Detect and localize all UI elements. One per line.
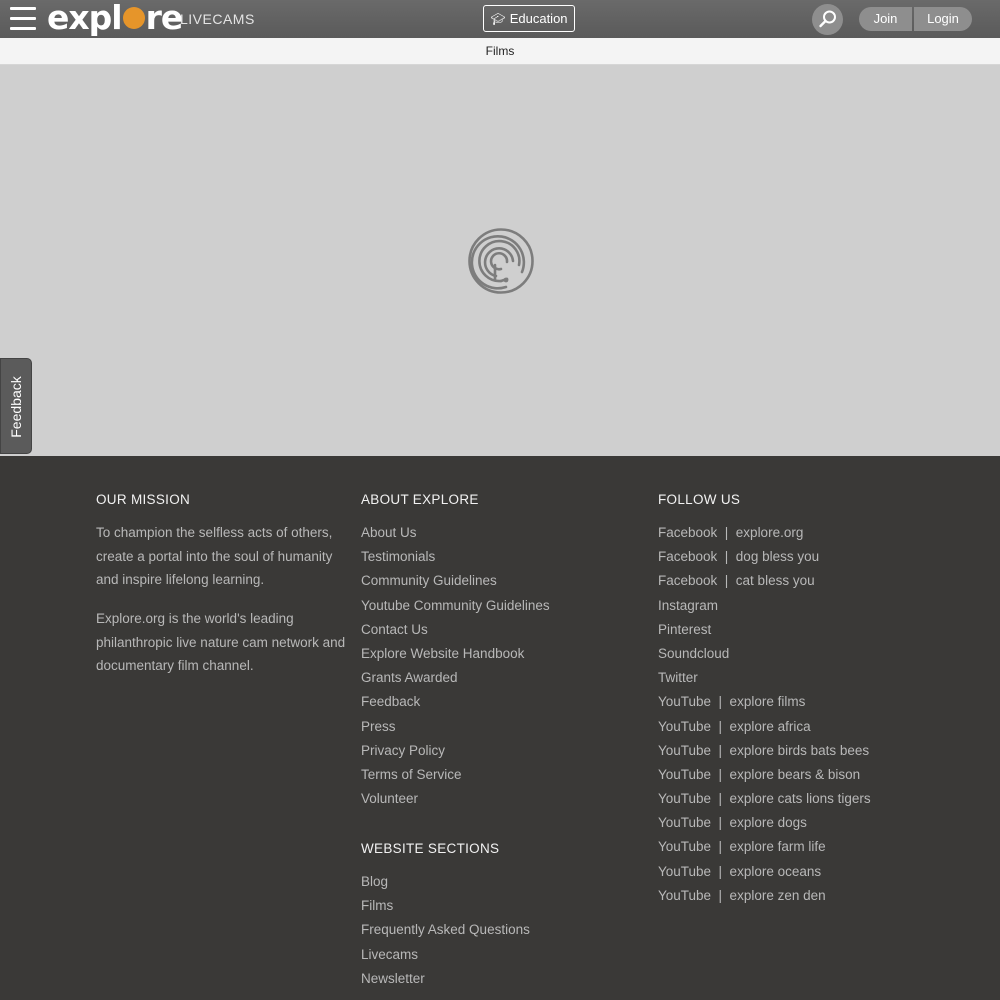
footer-link[interactable]: Films [361, 894, 530, 918]
join-button[interactable]: Join [859, 7, 912, 31]
social-link[interactable]: Pinterest [658, 618, 871, 642]
social-link[interactable]: YouTube | explore africa [658, 715, 871, 739]
footer-link[interactable]: Livecams [361, 943, 530, 967]
about-links-list: About Us Testimonials Community Guidelines… [361, 521, 550, 811]
social-link[interactable]: Facebook | explore.org [658, 521, 871, 545]
search-button[interactable] [812, 4, 843, 35]
footer-link[interactable]: Grants Awarded [361, 666, 550, 690]
footer-link[interactable]: Youtube Community Guidelines [361, 594, 550, 618]
footer-link[interactable]: Newsletter [361, 967, 530, 991]
about-explore-paragraph: Explore.org is the world's leading phila… [96, 611, 346, 673]
menu-icon[interactable] [10, 7, 36, 31]
social-link[interactable]: YouTube | explore oceans [658, 860, 871, 884]
mission-paragraph: To champion the selfless acts of others,… [96, 525, 333, 587]
footer-link[interactable]: Volunteer [361, 787, 550, 811]
social-link[interactable]: YouTube | explore zen den [658, 884, 871, 908]
social-link[interactable]: YouTube | explore farm life [658, 835, 871, 859]
graduation-cap-icon: 🎓︎ [490, 12, 506, 26]
footer-link[interactable]: Privacy Policy [361, 739, 550, 763]
footer-link[interactable]: Community Guidelines [361, 569, 550, 593]
social-link[interactable]: Facebook | dog bless you [658, 545, 871, 569]
footer-link[interactable]: Explore Website Handbook [361, 642, 550, 666]
social-link[interactable]: YouTube | explore birds bats bees [658, 739, 871, 763]
website-sections-list: Blog Films Frequently Asked Questions Livec… [361, 870, 530, 991]
social-link[interactable]: YouTube | explore films [658, 690, 871, 714]
search-icon [819, 10, 836, 28]
loading-spinner-icon [468, 228, 534, 294]
footer-link[interactable]: About Us [361, 521, 550, 545]
social-link[interactable]: Facebook | cat bless you [658, 569, 871, 593]
footer-link[interactable]: Contact Us [361, 618, 550, 642]
follow-links-list: Facebook | explore.org Facebook | dog ble… [658, 521, 871, 908]
education-label: Education [509, 11, 568, 26]
footer-link[interactable]: Blog [361, 870, 530, 894]
films-link[interactable]: Films [486, 44, 515, 58]
footer-link[interactable]: Feedback [361, 690, 550, 714]
social-link[interactable]: YouTube | explore bears & bison [658, 763, 871, 787]
about-heading: ABOUT EXPLORE [361, 492, 479, 507]
content-area: Feedback [0, 65, 1000, 456]
mission-heading: OUR MISSION [96, 492, 191, 507]
website-sections-heading: WEBSITE SECTIONS [361, 841, 500, 856]
footer-link[interactable]: Terms of Service [361, 763, 550, 787]
social-link[interactable]: YouTube | explore dogs [658, 811, 871, 835]
footer-link[interactable]: Frequently Asked Questions [361, 918, 530, 942]
social-link[interactable]: Twitter [658, 666, 871, 690]
education-button[interactable]: 🎓︎ Education [483, 5, 575, 32]
footer-link[interactable]: Testimonials [361, 545, 550, 569]
footer-link[interactable]: Press [361, 715, 550, 739]
login-button[interactable]: Login [914, 7, 972, 31]
logo-text-start: expl [47, 0, 123, 37]
explore-logo[interactable]: expl re [47, 0, 184, 38]
logo-text-end: re [145, 0, 184, 37]
livecams-link[interactable]: LIVECAMS [180, 11, 255, 27]
sub-navigation: Films [0, 38, 1000, 65]
social-link[interactable]: YouTube | explore cats lions tigers [658, 787, 871, 811]
top-header: expl re LIVECAMS 🎓︎ Education Join Login [0, 0, 1000, 38]
social-link[interactable]: Instagram [658, 594, 871, 618]
logo-bear-icon [122, 6, 145, 29]
follow-heading: FOLLOW US [658, 492, 741, 507]
feedback-tab-label: Feedback [8, 376, 24, 438]
feedback-tab[interactable]: Feedback [0, 358, 32, 454]
site-footer: OUR MISSION To champion the selfless act… [0, 456, 1000, 1000]
social-link[interactable]: Soundcloud [658, 642, 871, 666]
